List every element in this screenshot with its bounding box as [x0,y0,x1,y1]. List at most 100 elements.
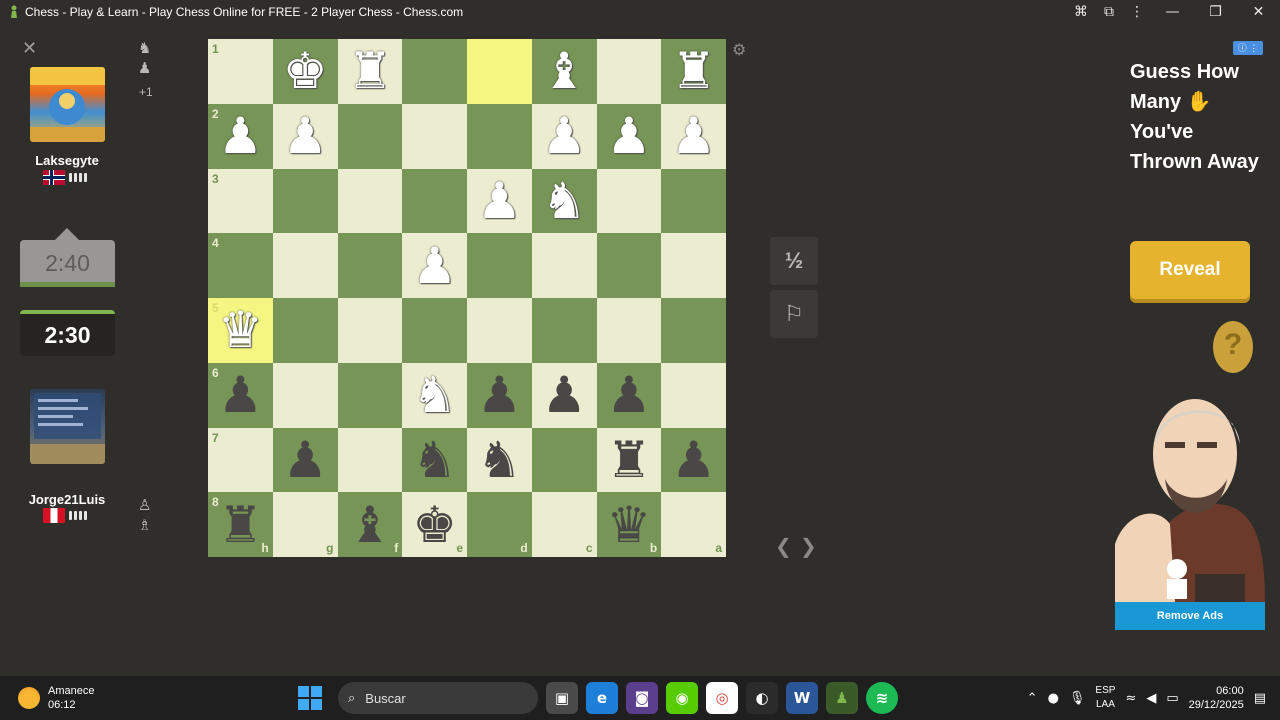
white-knight-icon[interactable]: ♞ [542,176,587,226]
black-pawn-icon[interactable]: ♟ [671,435,716,485]
square-c3[interactable]: ♞ [531,168,597,234]
square-c4[interactable] [531,233,597,298]
square-h7[interactable]: 7 [208,427,273,493]
edge-icon[interactable]: e [586,682,618,714]
square-f5[interactable] [337,298,403,363]
square-a8[interactable]: a [661,492,726,557]
square-b7[interactable]: ♜ [596,427,662,493]
ad-choices-badge[interactable]: ⓘ ⋮ [1233,41,1263,55]
remove-ads-button[interactable]: Remove Ads [1115,602,1265,630]
square-d2[interactable] [467,103,532,169]
square-g4[interactable] [272,233,338,298]
square-b4[interactable] [596,233,662,298]
spotify-icon[interactable]: ≋ [866,682,898,714]
square-d6[interactable]: ♟ [467,362,532,428]
square-g1[interactable]: ♚ [272,39,338,104]
black-pawn-icon[interactable]: ♟ [218,370,263,420]
task-view-icon[interactable]: ▣ [546,682,578,714]
minimize-button[interactable]: — [1151,4,1194,20]
square-e7[interactable]: ♞ [402,427,467,493]
clock-area[interactable]: 06:00 29/12/2025 [1189,684,1244,712]
white-pawn-icon[interactable]: ♟ [477,176,522,226]
square-h6[interactable]: 6 ♟ [208,362,273,428]
square-f3[interactable] [337,168,403,234]
square-d3[interactable]: ♟ [467,168,532,234]
chevron-up-icon[interactable]: ⌃ [1027,691,1038,706]
square-g8[interactable]: g [272,492,338,557]
close-window-button[interactable]: ✕ [1237,4,1280,20]
black-queen-icon[interactable]: ♛ [606,500,651,550]
square-h1[interactable]: 1 [208,39,273,104]
chess-taskbar-icon[interactable]: ♟ [826,682,858,714]
notification-tray-icon[interactable]: ● [1048,691,1059,706]
square-a3[interactable] [661,168,726,234]
white-pawn-icon[interactable]: ♟ [412,241,457,291]
square-a5[interactable] [661,298,726,363]
square-d5[interactable] [467,298,532,363]
microphone-icon[interactable]: 🎙 [1069,691,1086,706]
white-bishop-icon[interactable]: ♝ [542,46,587,96]
square-c6[interactable]: ♟ [531,362,597,428]
white-knight-icon[interactable]: ♞ [412,370,457,420]
weather-widget[interactable]: Amanece 06:12 [18,684,94,712]
maximize-button[interactable]: ❐ [1194,4,1237,20]
square-f2[interactable] [337,103,403,169]
previous-move-icon[interactable]: ❮ [775,534,792,558]
square-a2[interactable]: ♟ [661,103,726,169]
close-icon[interactable]: ✕ [22,38,37,59]
square-f6[interactable] [337,362,403,428]
white-pawn-icon[interactable]: ♟ [671,111,716,161]
square-a4[interactable] [661,233,726,298]
square-b6[interactable]: ♟ [596,362,662,428]
square-a7[interactable]: ♟ [661,427,726,493]
offer-draw-button[interactable]: ½ [770,237,818,285]
gear-icon[interactable]: ⚙ [732,40,746,59]
square-e5[interactable] [402,298,467,363]
battery-icon[interactable]: ▭ [1166,691,1178,706]
square-e4[interactable]: ♟ [402,233,467,298]
word-icon[interactable]: W [786,682,818,714]
black-king-icon[interactable]: ♚ [412,500,457,550]
square-h5[interactable]: 5 ♛ [208,298,273,363]
extensions-icon[interactable]: ⧉ [1095,4,1123,20]
white-pawn-icon[interactable]: ♟ [218,111,263,161]
language-indicator[interactable]: ESP LAA [1095,684,1115,712]
square-d8[interactable]: d [467,492,532,557]
notification-center-icon[interactable]: ▤ [1254,691,1266,706]
square-h2[interactable]: 2 ♟ [208,103,273,169]
square-f4[interactable] [337,233,403,298]
chrome-icon[interactable]: ◎ [706,682,738,714]
square-g7[interactable]: ♟ [272,427,338,493]
top-player-name[interactable]: Laksegyte [0,153,134,168]
square-g6[interactable] [272,362,338,428]
square-e3[interactable] [402,168,467,234]
square-h3[interactable]: 3 [208,168,273,234]
volume-icon[interactable]: ◀ [1146,691,1156,706]
start-button[interactable] [298,686,322,710]
square-e6[interactable]: ♞ [402,362,467,428]
resign-button[interactable]: ⚐ [770,290,818,338]
square-h8[interactable]: 8 h ♜ [208,492,273,557]
avatar-bottom-player[interactable] [30,389,105,464]
square-c2[interactable]: ♟ [531,103,597,169]
bottom-player-name[interactable]: Jorge21Luis [0,492,134,507]
square-b3[interactable] [596,168,662,234]
taskbar-search[interactable]: ⌕ Buscar [338,682,538,714]
square-f8[interactable]: f ♝ [337,492,403,557]
square-b1[interactable] [596,39,662,104]
white-king-icon[interactable]: ♚ [283,46,328,96]
square-c1[interactable]: ♝ [531,39,597,104]
more-menu-icon[interactable]: ⋮ [1123,4,1151,20]
white-queen-icon[interactable]: ♛ [218,305,263,355]
square-d7[interactable]: ♞ [467,427,532,493]
square-d1[interactable] [467,39,532,104]
white-pawn-icon[interactable]: ♟ [606,111,651,161]
square-b2[interactable]: ♟ [596,103,662,169]
app-icon-purple[interactable]: ◙ [626,682,658,714]
square-c8[interactable]: c [531,492,597,557]
next-move-icon[interactable]: ❯ [800,534,817,558]
duolingo-icon[interactable]: ◉ [666,682,698,714]
black-knight-icon[interactable]: ♞ [477,435,522,485]
square-g3[interactable] [272,168,338,234]
black-pawn-icon[interactable]: ♟ [542,370,587,420]
